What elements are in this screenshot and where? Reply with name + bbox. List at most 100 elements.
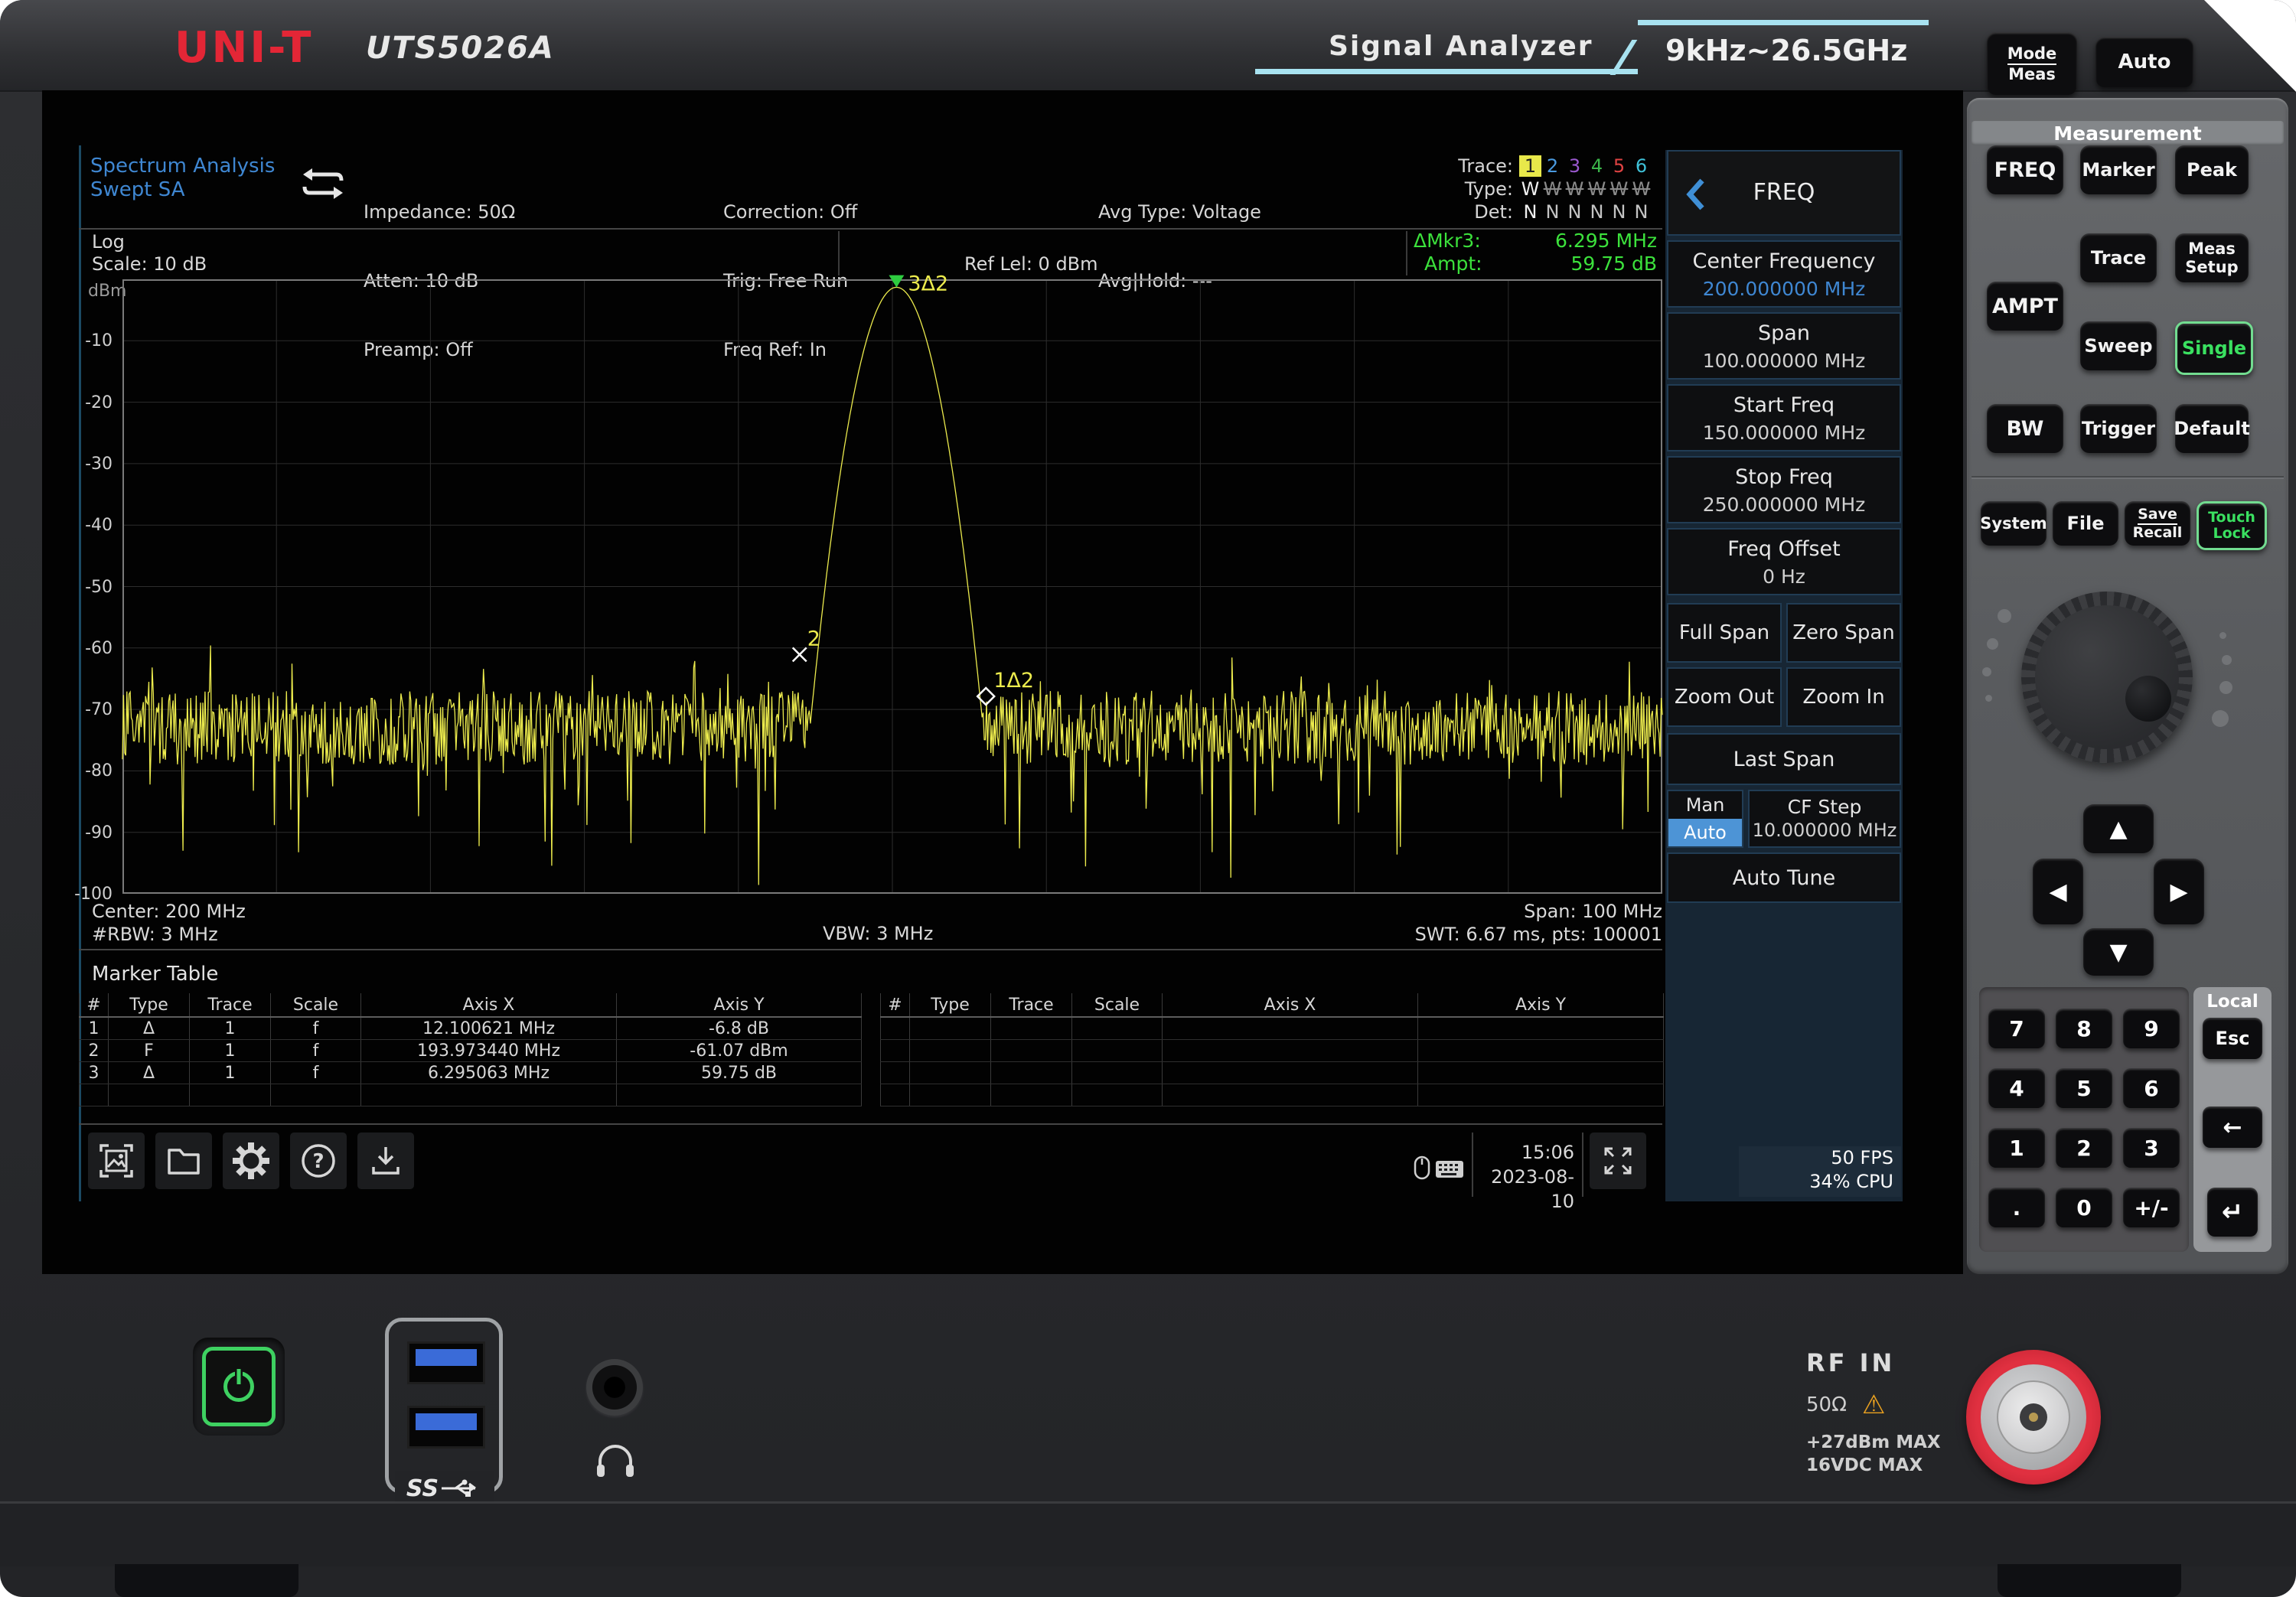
trace-type: W <box>1608 178 1630 200</box>
help-button[interactable]: ? <box>290 1133 347 1189</box>
mode-meas-button[interactable]: ModeMeas <box>1987 32 2077 95</box>
screenshot-button[interactable] <box>88 1133 145 1189</box>
ampt-button[interactable]: AMPT <box>1987 282 2063 331</box>
auto-button[interactable]: Auto <box>2095 37 2193 87</box>
headphone-jack <box>586 1359 643 1416</box>
trace-det: N <box>1564 201 1586 223</box>
touch-lock-button[interactable]: TouchLock <box>2197 501 2267 550</box>
key-.[interactable]: . <box>1988 1188 2045 1227</box>
y-tick: -30 <box>67 455 113 474</box>
save-button[interactable] <box>357 1133 414 1189</box>
continuous-sweep-icon[interactable] <box>298 164 347 204</box>
menu-auto-tune[interactable]: Auto Tune <box>1667 852 1901 903</box>
trace-button[interactable]: Trace <box>2080 233 2157 282</box>
key-+/-[interactable]: +/- <box>2123 1188 2180 1227</box>
product-name: Signal Analyzer <box>1329 31 1593 62</box>
trace-type: W <box>1564 178 1586 200</box>
trace-det: N <box>1630 201 1652 223</box>
up-arrow-icon: ▲ <box>2109 816 2127 842</box>
center-rbw-readout: Center: 200 MHz #RBW: 3 MHz <box>92 900 246 946</box>
key-0[interactable]: 0 <box>2056 1188 2112 1227</box>
menu-full-span[interactable]: Full Span <box>1667 603 1782 663</box>
key-3[interactable]: 3 <box>2123 1128 2180 1168</box>
usb-tongue <box>416 1349 477 1366</box>
menu-span[interactable]: Span 100.000000 MHz <box>1667 312 1901 380</box>
power-button[interactable] <box>202 1347 276 1426</box>
left-arrow-button[interactable]: ◀ <box>2033 859 2083 924</box>
trace-type: W <box>1630 178 1652 200</box>
menu-last-span[interactable]: Last Span <box>1667 733 1901 785</box>
svg-text:1Δ2: 1Δ2 <box>993 669 1034 693</box>
freq-menu: FREQ Center Frequency 200.000000 MHz Spa… <box>1665 150 1903 1201</box>
menu-stop-freq[interactable]: Stop Freq 250.000000 MHz <box>1667 456 1901 523</box>
usb-tongue <box>416 1413 477 1430</box>
right-arrow-button[interactable]: ▶ <box>2154 859 2204 924</box>
mode-label: Mode <box>2007 44 2057 65</box>
svg-text:3Δ2: 3Δ2 <box>908 272 948 296</box>
up-arrow-button[interactable]: ▲ <box>2083 804 2154 853</box>
screenshot-icon <box>98 1142 135 1179</box>
single-button[interactable]: Single <box>2175 321 2253 375</box>
trigger-button[interactable]: Trigger <box>2080 404 2157 453</box>
help-icon: ? <box>299 1142 338 1180</box>
delta-marker-readout: ΔMkr3:6.295 MHz Ampt:59.75 dB <box>1414 230 1657 275</box>
key-9[interactable]: 9 <box>2123 1009 2180 1048</box>
right-arrow-icon: ▶ <box>2170 878 2187 905</box>
trace-det: N <box>1541 201 1564 223</box>
menu-zoom-out[interactable]: Zoom Out <box>1667 667 1782 727</box>
menu-zero-span[interactable]: Zero Span <box>1786 603 1901 663</box>
y-tick: -50 <box>67 578 113 597</box>
device-chassis: UNI-T UTS5026A Signal Analyzer 9kHz~26.5… <box>0 0 2296 1597</box>
key-8[interactable]: 8 <box>2056 1009 2112 1048</box>
down-arrow-button[interactable]: ▼ <box>2083 928 2154 976</box>
mode-indicator[interactable]: Spectrum Analysis Swept SA <box>90 155 275 202</box>
key-4[interactable]: 4 <box>1988 1068 2045 1108</box>
settings-button[interactable] <box>223 1133 279 1189</box>
fullscreen-button[interactable] <box>1590 1133 1646 1189</box>
marker-table-right: #Type TraceScale Axis XAxis Y <box>880 993 1664 1106</box>
file-button[interactable]: File <box>2053 501 2118 546</box>
freq-button[interactable]: FREQ <box>1987 145 2063 194</box>
esc-key[interactable]: Esc <box>2203 1018 2262 1059</box>
folder-icon <box>165 1142 202 1179</box>
table-row: 1Δ1f12.100621 MHz-6.8 dB <box>80 1017 862 1040</box>
menu-header[interactable]: FREQ <box>1667 150 1901 236</box>
save-recall-button[interactable]: SaveRecall <box>2125 501 2190 546</box>
knob-dot <box>2219 681 2232 694</box>
bottom-edge <box>0 1501 2296 1566</box>
menu-freq-offset[interactable]: Freq Offset 0 Hz <box>1667 528 1901 595</box>
sweep-button[interactable]: Sweep <box>2080 321 2157 370</box>
meas-setup-button[interactable]: MeasSetup <box>2175 233 2249 282</box>
key-2[interactable]: 2 <box>2056 1128 2112 1168</box>
marker-button[interactable]: Marker <box>2080 145 2157 194</box>
bw-button[interactable]: BW <box>1987 404 2063 453</box>
spectrum-trace-svg: 21Δ23Δ2 <box>122 279 1662 894</box>
menu-cf-step[interactable]: CF Step 10.000000 MHz <box>1748 790 1901 848</box>
backspace-key[interactable]: ← <box>2203 1106 2262 1148</box>
menu-start-freq[interactable]: Start Freq 150.000000 MHz <box>1667 384 1901 451</box>
file-manager-button[interactable] <box>155 1133 212 1189</box>
peak-button[interactable]: Peak <box>2175 145 2249 194</box>
system-button[interactable]: System <box>1981 501 2047 546</box>
knob-dimple <box>2125 676 2171 722</box>
key-1[interactable]: 1 <box>1988 1128 2045 1168</box>
clock[interactable]: 15:06 2023-08-10 <box>1478 1140 1574 1214</box>
rf-connector-pin <box>2029 1413 2038 1422</box>
menu-title: FREQ <box>1668 179 1900 206</box>
default-button[interactable]: Default <box>2175 404 2249 453</box>
y-tick: -10 <box>67 331 113 350</box>
man-option[interactable]: Man <box>1668 791 1742 819</box>
trace-type: W <box>1519 178 1541 200</box>
key-7[interactable]: 7 <box>1988 1009 2045 1048</box>
menu-zoom-in[interactable]: Zoom In <box>1786 667 1901 727</box>
key-5[interactable]: 5 <box>2056 1068 2112 1108</box>
menu-center-frequency[interactable]: Center Frequency 200.000000 MHz <box>1667 240 1901 308</box>
trace-number-2: 2 <box>1541 155 1564 177</box>
auto-option[interactable]: Auto <box>1668 819 1742 846</box>
enter-key[interactable]: ↵ <box>2207 1188 2258 1237</box>
man-auto-toggle[interactable]: Man Auto <box>1667 790 1743 848</box>
key-6[interactable]: 6 <box>2123 1068 2180 1108</box>
knob-dot <box>2212 710 2229 727</box>
knob-dot <box>1982 667 1991 676</box>
rotary-knob[interactable] <box>2021 592 2193 763</box>
